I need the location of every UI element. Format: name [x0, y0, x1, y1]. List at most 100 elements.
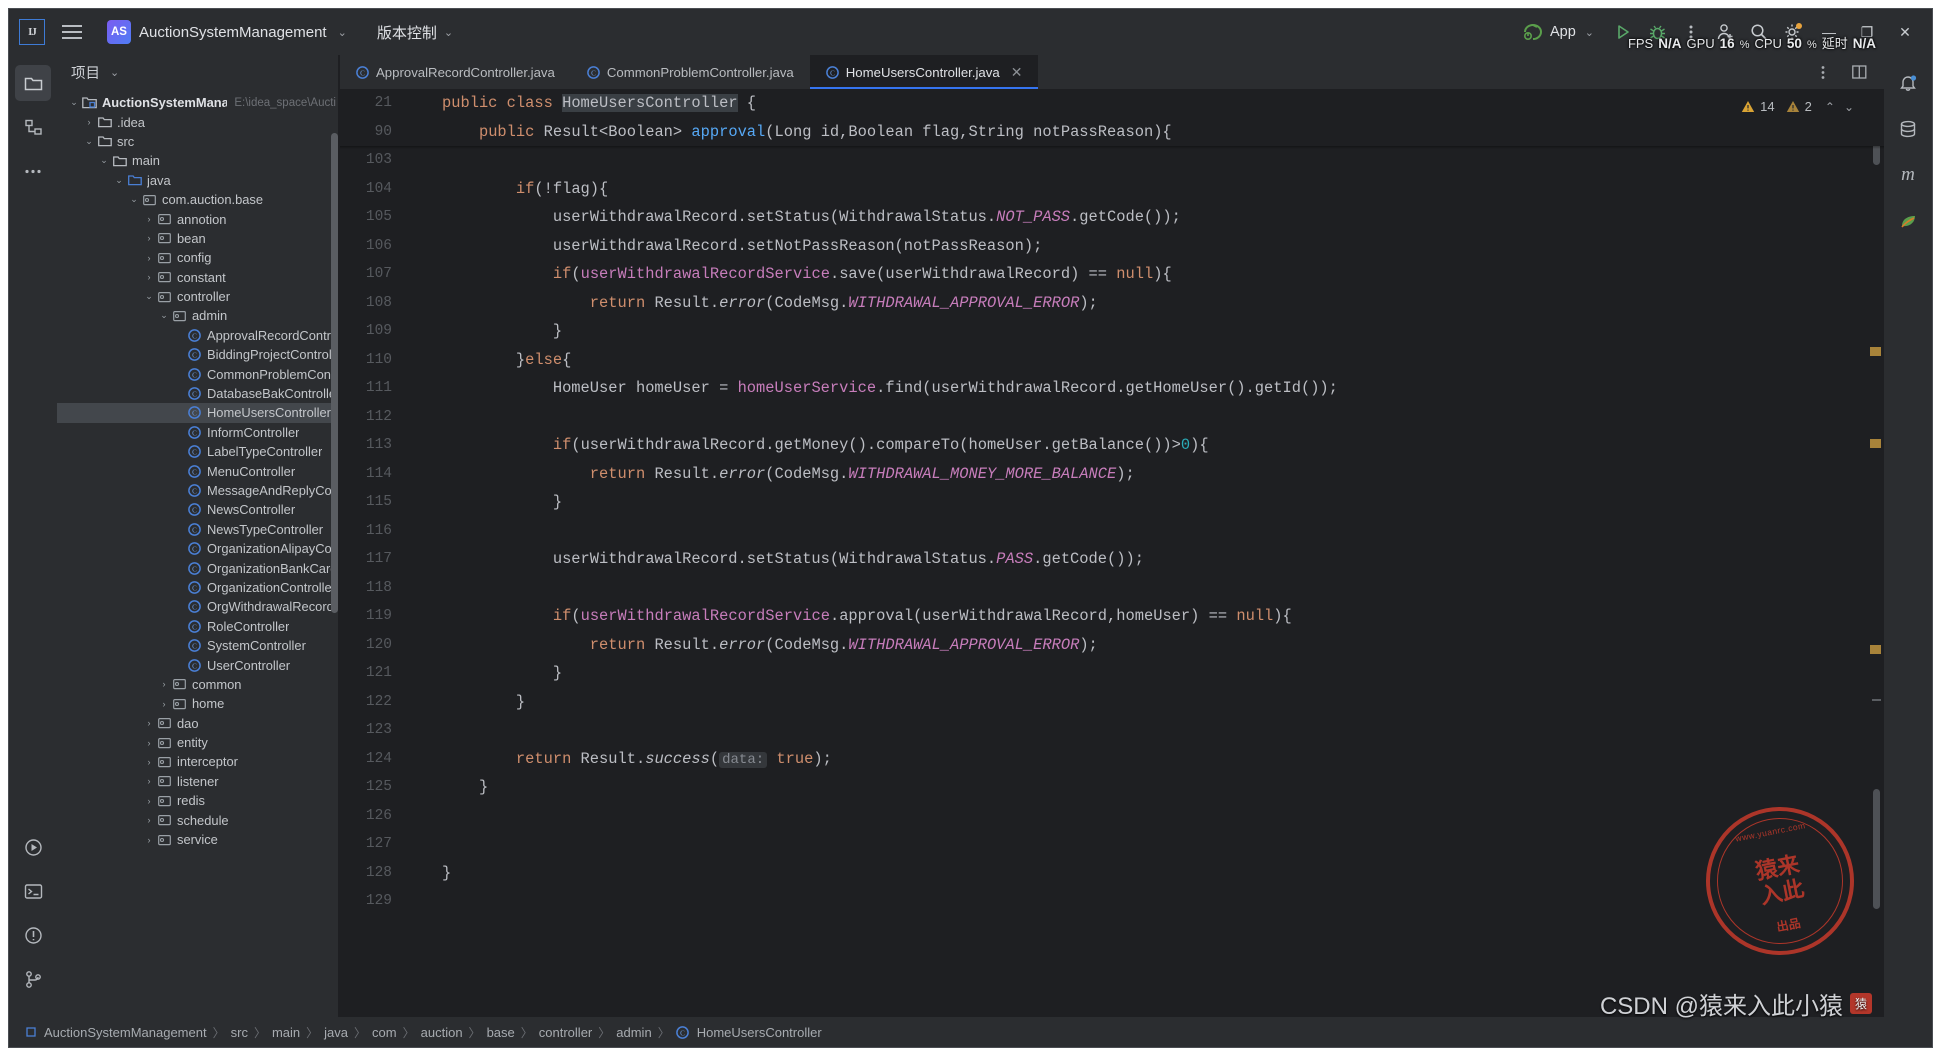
code-line[interactable]: 109 } — [340, 317, 1862, 346]
tree-node-com.auction.base[interactable]: ⌄ com.auction.base — [57, 190, 340, 209]
tree-node-dao[interactable]: › dao — [57, 714, 340, 733]
code-line[interactable]: 90 public Result<Boolean> approval(Long … — [340, 117, 1884, 146]
code-line[interactable]: 120 return Result.error(CodeMsg.WITHDRAW… — [340, 631, 1862, 660]
editor-tab-CommonProblemController.java[interactable]: C CommonProblemController.java — [571, 55, 810, 89]
tree-expand-arrow[interactable]: › — [82, 117, 96, 127]
project-tool-button[interactable] — [15, 65, 51, 101]
debug-button[interactable] — [1640, 17, 1674, 47]
search-everywhere-button[interactable] — [1742, 17, 1776, 47]
more-actions-button[interactable] — [1674, 17, 1708, 47]
tree-expand-arrow[interactable]: ⌄ — [82, 136, 96, 147]
breadcrumb-item-AuctionSystemManagement[interactable]: AuctionSystemManagement — [21, 1025, 212, 1040]
tree-expand-arrow[interactable]: › — [142, 757, 156, 767]
code-line[interactable]: 123 — [340, 716, 1862, 745]
code-line[interactable]: 108 return Result.error(CodeMsg.WITHDRAW… — [340, 289, 1862, 318]
code-line[interactable]: 118 — [340, 574, 1862, 603]
code-editor[interactable]: 101 return Result.error(CodeMsg.WITHDRAW… — [340, 89, 1884, 1017]
code-line[interactable]: 125 } — [340, 773, 1862, 802]
project-panel-header[interactable]: 项目 ⌄ — [57, 55, 340, 89]
tab-close-icon[interactable]: ✕ — [1011, 64, 1023, 81]
tree-file-ApprovalRecordController[interactable]: C ApprovalRecordController — [57, 326, 340, 345]
tree-expand-arrow[interactable]: ⌄ — [97, 155, 111, 166]
breadcrumb-item-src[interactable]: src — [226, 1025, 253, 1040]
run-tool-button[interactable] — [15, 829, 51, 865]
maximize-button[interactable]: ❐ — [1848, 17, 1886, 47]
tree-expand-arrow[interactable]: › — [142, 738, 156, 748]
code-line[interactable]: 116 — [340, 517, 1862, 546]
split-editor-icon[interactable] — [1842, 57, 1876, 87]
tree-file-OrganizationAlipayController[interactable]: C OrganizationAlipayController — [57, 539, 340, 558]
code-line[interactable]: 21 public class HomeUsersController { — [340, 89, 1884, 118]
tree-node-schedule[interactable]: › schedule — [57, 810, 340, 829]
tree-node-service[interactable]: › service — [57, 830, 340, 849]
breadcrumb-item-auction[interactable]: auction — [416, 1025, 468, 1040]
tree-scrollbar[interactable] — [331, 133, 338, 613]
git-tool-button[interactable] — [15, 961, 51, 997]
code-line[interactable]: 112 — [340, 403, 1862, 432]
tree-expand-arrow[interactable]: › — [142, 214, 156, 224]
tree-expand-arrow[interactable]: ⌄ — [67, 97, 81, 108]
tree-file-OrgWithdrawalRecordController[interactable]: C OrgWithdrawalRecordController — [57, 597, 340, 616]
breadcrumb-item-base[interactable]: base — [482, 1025, 520, 1040]
tree-node-common[interactable]: › common — [57, 675, 340, 694]
code-line[interactable]: 111 HomeUser homeUser = homeUserService.… — [340, 374, 1862, 403]
tree-node-redis[interactable]: › redis — [57, 791, 340, 810]
tree-expand-arrow[interactable]: › — [142, 233, 156, 243]
tree-node-bean[interactable]: › bean — [57, 229, 340, 248]
code-line[interactable]: 122 } — [340, 688, 1862, 717]
tree-expand-arrow[interactable]: › — [142, 796, 156, 806]
tree-file-OrganizationController[interactable]: C OrganizationController — [57, 578, 340, 597]
tree-file-UserController[interactable]: C UserController — [57, 655, 340, 674]
version-control-selector[interactable]: 版本控制 ⌄ — [377, 22, 453, 43]
main-menu-icon[interactable] — [59, 19, 85, 45]
tree-expand-arrow[interactable]: ⌄ — [142, 291, 156, 302]
run-button[interactable] — [1606, 17, 1640, 47]
tree-expand-arrow[interactable]: › — [157, 699, 171, 709]
tree-expand-arrow[interactable]: › — [157, 679, 171, 689]
code-line[interactable]: 121 } — [340, 659, 1862, 688]
code-line[interactable]: 110 }else{ — [340, 346, 1862, 375]
tree-node-.idea[interactable]: › .idea — [57, 112, 340, 131]
code-line[interactable]: 124 return Result.success(data: true); — [340, 745, 1862, 774]
code-line[interactable]: 105 userWithdrawalRecord.setStatus(Withd… — [340, 203, 1862, 232]
editor-tab-ApprovalRecordController.java[interactable]: C ApprovalRecordController.java — [340, 55, 571, 89]
tree-node-home[interactable]: › home — [57, 694, 340, 713]
tree-file-LabelTypeController[interactable]: C LabelTypeController — [57, 442, 340, 461]
tree-file-DatabaseBakController[interactable]: C DatabaseBakController — [57, 384, 340, 403]
tree-expand-arrow[interactable]: › — [142, 815, 156, 825]
code-lines-container[interactable]: 101 return Result.error(CodeMsg.WITHDRAW… — [340, 89, 1862, 1017]
tree-file-InformController[interactable]: C InformController — [57, 423, 340, 442]
code-line[interactable]: 113 if(userWithdrawalRecord.getMoney().c… — [340, 431, 1862, 460]
tree-file-SystemController[interactable]: C SystemController — [57, 636, 340, 655]
code-line[interactable]: 119 if(userWithdrawalRecordService.appro… — [340, 602, 1862, 631]
code-line[interactable]: 117 userWithdrawalRecord.setStatus(Withd… — [340, 545, 1862, 574]
settings-button[interactable] — [1776, 17, 1810, 47]
tree-node-java[interactable]: ⌄ java — [57, 171, 340, 190]
tree-expand-arrow[interactable]: ⌄ — [112, 175, 126, 186]
code-line[interactable]: 129 — [340, 887, 1862, 916]
tree-node-annotion[interactable]: › annotion — [57, 209, 340, 228]
tree-file-RoleController[interactable]: C RoleController — [57, 617, 340, 636]
breadcrumb-item-java[interactable]: java — [319, 1025, 353, 1040]
tree-expand-arrow[interactable]: › — [142, 776, 156, 786]
tree-node-AuctionSystemManagement[interactable]: ⌄ AuctionSystemManagement E:\idea_space\Au… — [57, 93, 340, 112]
project-tree[interactable]: ⌄ AuctionSystemManagement E:\idea_space\Au… — [57, 89, 340, 1017]
tree-node-config[interactable]: › config — [57, 248, 340, 267]
code-line[interactable]: 106 userWithdrawalRecord.setNotPassReaso… — [340, 232, 1862, 261]
tree-node-main[interactable]: ⌄ main — [57, 151, 340, 170]
project-selector[interactable]: AS AuctionSystemManagement ⌄ — [99, 17, 355, 47]
structure-tool-button[interactable] — [15, 109, 51, 145]
tree-file-CommonProblemController[interactable]: C CommonProblemController — [57, 364, 340, 383]
code-line[interactable]: 114 return Result.error(CodeMsg.WITHDRAW… — [340, 460, 1862, 489]
tree-node-listener[interactable]: › listener — [57, 772, 340, 791]
account-button[interactable] — [1708, 17, 1742, 47]
tree-file-HomeUsersController[interactable]: C HomeUsersController — [57, 403, 340, 423]
notifications-button[interactable] — [1890, 65, 1926, 101]
tree-expand-arrow[interactable]: ⌄ — [127, 194, 141, 205]
code-line[interactable]: 126 — [340, 802, 1862, 831]
breadcrumb-item-controller[interactable]: controller — [534, 1025, 597, 1040]
code-line[interactable]: 115 } — [340, 488, 1862, 517]
maven-button[interactable]: m — [1890, 157, 1926, 193]
tree-node-entity[interactable]: › entity — [57, 733, 340, 752]
marker-bar[interactable] — [1862, 89, 1884, 1017]
